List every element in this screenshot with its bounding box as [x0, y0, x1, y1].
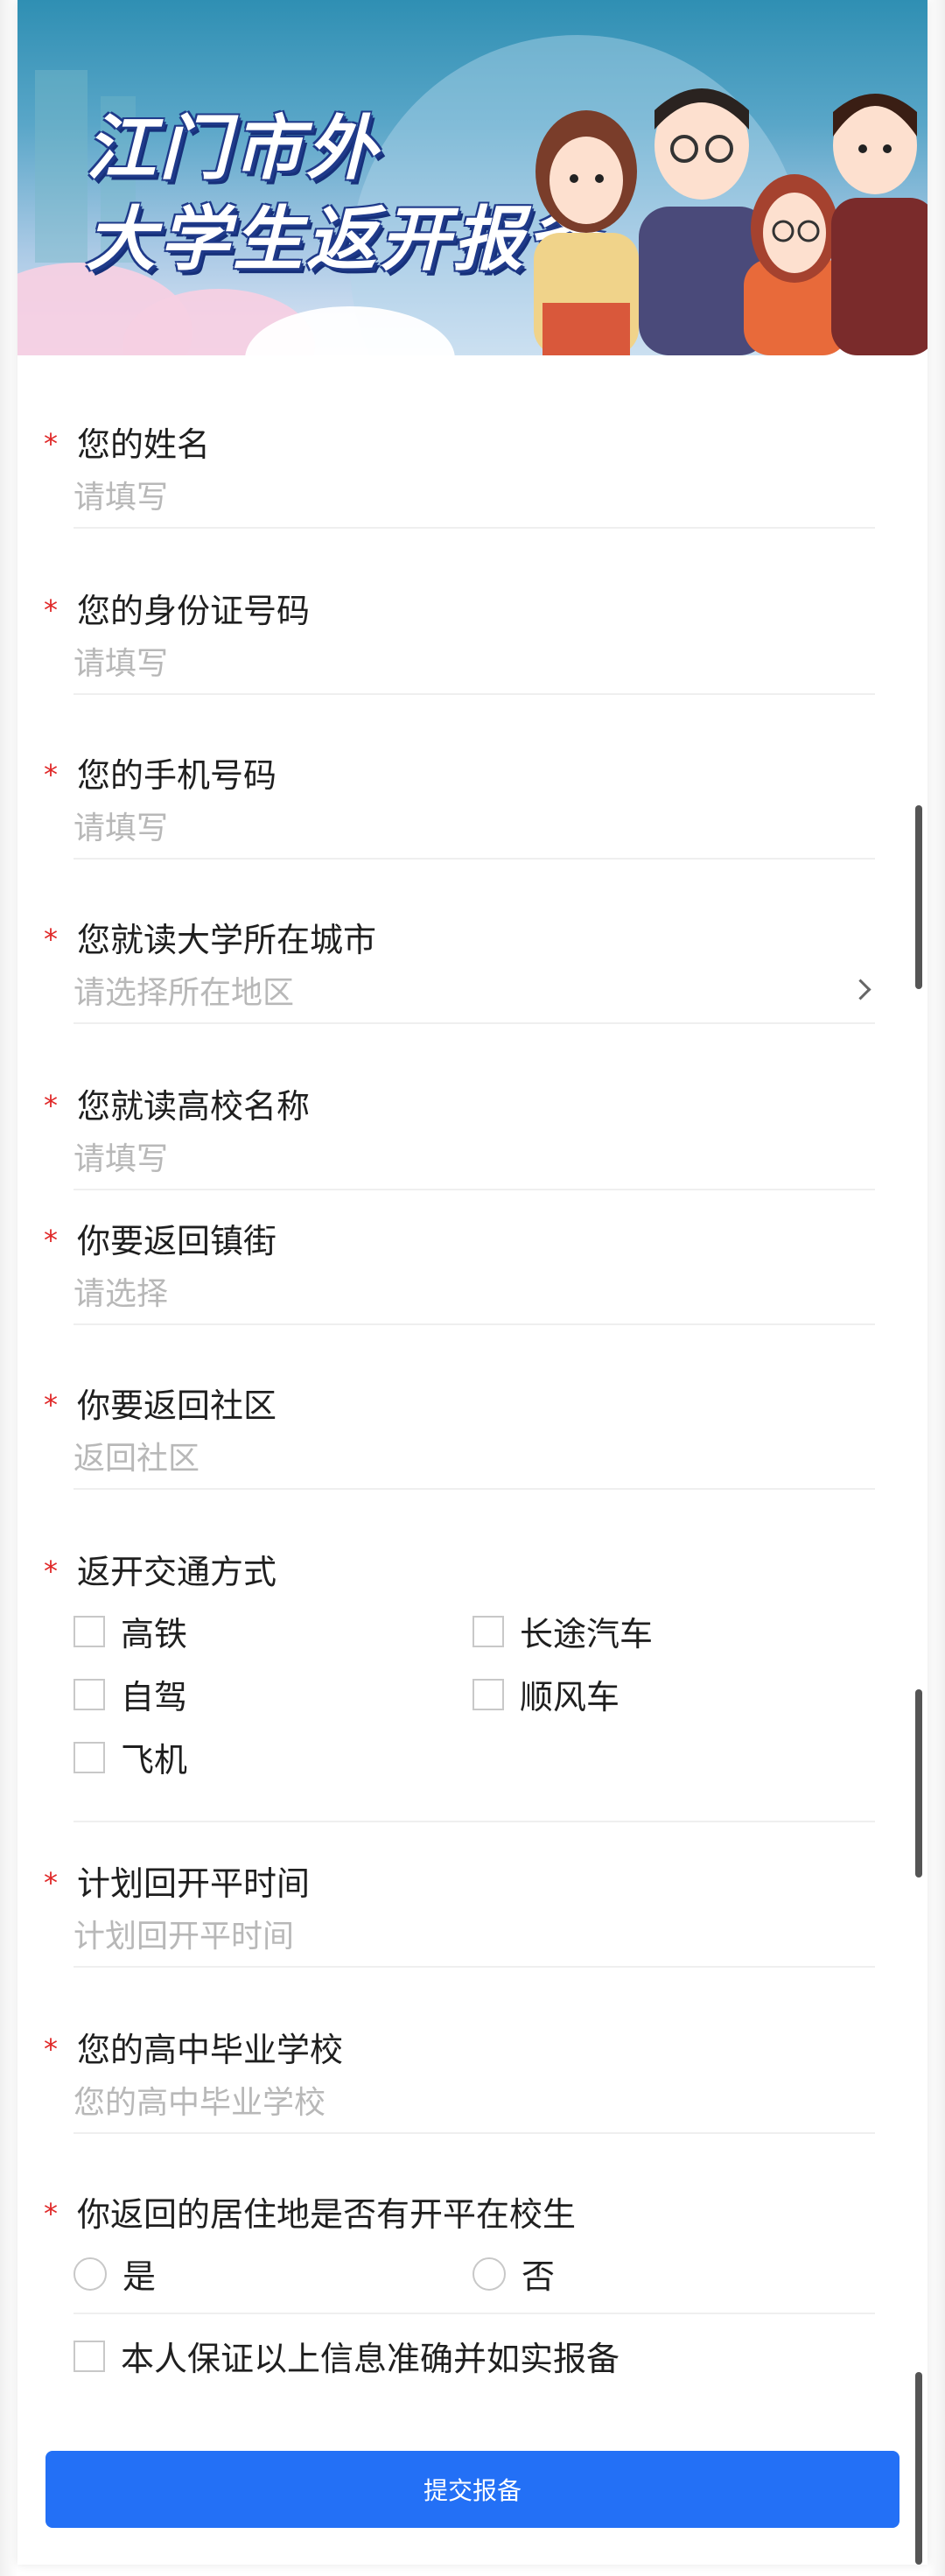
checkbox[interactable] [74, 1678, 105, 1710]
required-mark: * [44, 1089, 58, 1122]
required-mark: * [44, 427, 58, 460]
name-input[interactable] [74, 467, 875, 529]
required-mark: * [44, 1555, 58, 1588]
field-label: 您的高中毕业学校 [77, 2030, 344, 2069]
field-plan-time: * 计划回开平时间 [44, 1856, 875, 1969]
option-label: 高铁 [121, 1615, 188, 1653]
field-label: 你要返回社区 [77, 1386, 277, 1425]
plan-time-input[interactable] [74, 1906, 875, 1968]
checkbox-option[interactable]: 顺风车 [472, 1670, 620, 1718]
high-school-input[interactable] [74, 2073, 875, 2134]
id-number-input[interactable] [74, 634, 875, 695]
option-label: 是 [122, 2257, 157, 2296]
required-mark: * [44, 923, 58, 956]
university-name-input[interactable] [74, 1129, 875, 1190]
required-mark: * [44, 758, 58, 791]
scrollbar-thumb[interactable] [915, 805, 922, 989]
option-label: 飞机 [121, 1741, 188, 1779]
radio-option-no[interactable]: 否 [472, 2250, 555, 2298]
banner: 江门市外 大学生返开报备 [18, 0, 928, 355]
field-university-city: * 您就读大学所在城市 [44, 912, 875, 1026]
checkbox-option[interactable]: 长途汽车 [472, 1607, 653, 1655]
field-return-town: * 你要返回镇街 [44, 1213, 875, 1327]
divider [74, 1821, 875, 1822]
required-mark: * [44, 1388, 58, 1421]
required-mark: * [44, 2032, 58, 2066]
required-mark: * [44, 593, 58, 627]
field-resident: * 你返回的居住地是否有开平在校生 是 否 [44, 2186, 875, 2309]
banner-building [35, 70, 88, 263]
checkbox[interactable] [74, 1741, 105, 1773]
checkbox-option[interactable]: 自驾 [74, 1670, 187, 1718]
community-input[interactable] [74, 1428, 875, 1490]
checkbox-option[interactable]: 高铁 [74, 1607, 187, 1655]
scrollbar-thumb[interactable] [915, 1689, 922, 1878]
field-university-name: * 您就读高校名称 [44, 1078, 875, 1192]
option-label: 自驾 [121, 1678, 188, 1716]
field-high-school: * 您的高中毕业学校 [44, 2022, 875, 2136]
field-name: * 您的姓名 [44, 417, 875, 530]
required-mark: * [44, 2197, 58, 2230]
required-mark: * [44, 1866, 58, 1899]
pledge-checkbox-option[interactable]: 本人保证以上信息准确并如实报备 [74, 2332, 620, 2380]
checkbox[interactable] [74, 2340, 105, 2372]
required-mark: * [44, 1224, 58, 1257]
field-label: 您就读高校名称 [77, 1086, 311, 1126]
radio-option-yes[interactable]: 是 [74, 2250, 156, 2298]
option-label: 顺风车 [520, 1678, 620, 1716]
field-label: 您就读大学所在城市 [77, 920, 377, 959]
field-label: 您的身份证号码 [77, 591, 311, 630]
field-label: 计划回开平时间 [77, 1864, 311, 1903]
option-label: 否 [522, 2257, 556, 2296]
checkbox[interactable] [472, 1678, 504, 1710]
field-phone: * 您的手机号码 [44, 748, 875, 861]
field-label: 你返回的居住地是否有开平在校生 [77, 2194, 577, 2234]
field-label: 您的姓名 [77, 425, 211, 464]
divider [74, 2313, 875, 2314]
submit-button[interactable]: 提交报备 [46, 2451, 900, 2528]
field-transport: * 返开交通方式 高铁 长途汽车 自驾 顺风车 飞机 [44, 1544, 875, 1824]
students-illustration [534, 88, 928, 355]
field-return-community: * 你要返回社区 [44, 1378, 875, 1492]
radio-button[interactable] [472, 2257, 506, 2291]
field-label: 您的手机号码 [77, 755, 277, 795]
phone-input[interactable] [74, 798, 875, 860]
town-select[interactable] [74, 1264, 875, 1325]
page-edge-left [0, 0, 18, 2576]
option-label: 长途汽车 [520, 1615, 654, 1653]
checkbox[interactable] [74, 1615, 105, 1647]
radio-button[interactable] [74, 2257, 107, 2291]
field-id-number: * 您的身份证号码 [44, 583, 875, 697]
checkbox[interactable] [472, 1615, 504, 1647]
pledge-label: 本人保证以上信息准确并如实报备 [121, 2340, 620, 2378]
scrollbar-thumb[interactable] [915, 2372, 922, 2565]
field-label: 你要返回镇街 [77, 1221, 277, 1260]
page-edge-right [928, 0, 945, 2576]
checkbox-option[interactable]: 飞机 [74, 1733, 187, 1781]
field-label: 返开交通方式 [77, 1552, 277, 1591]
city-select[interactable] [74, 963, 875, 1024]
